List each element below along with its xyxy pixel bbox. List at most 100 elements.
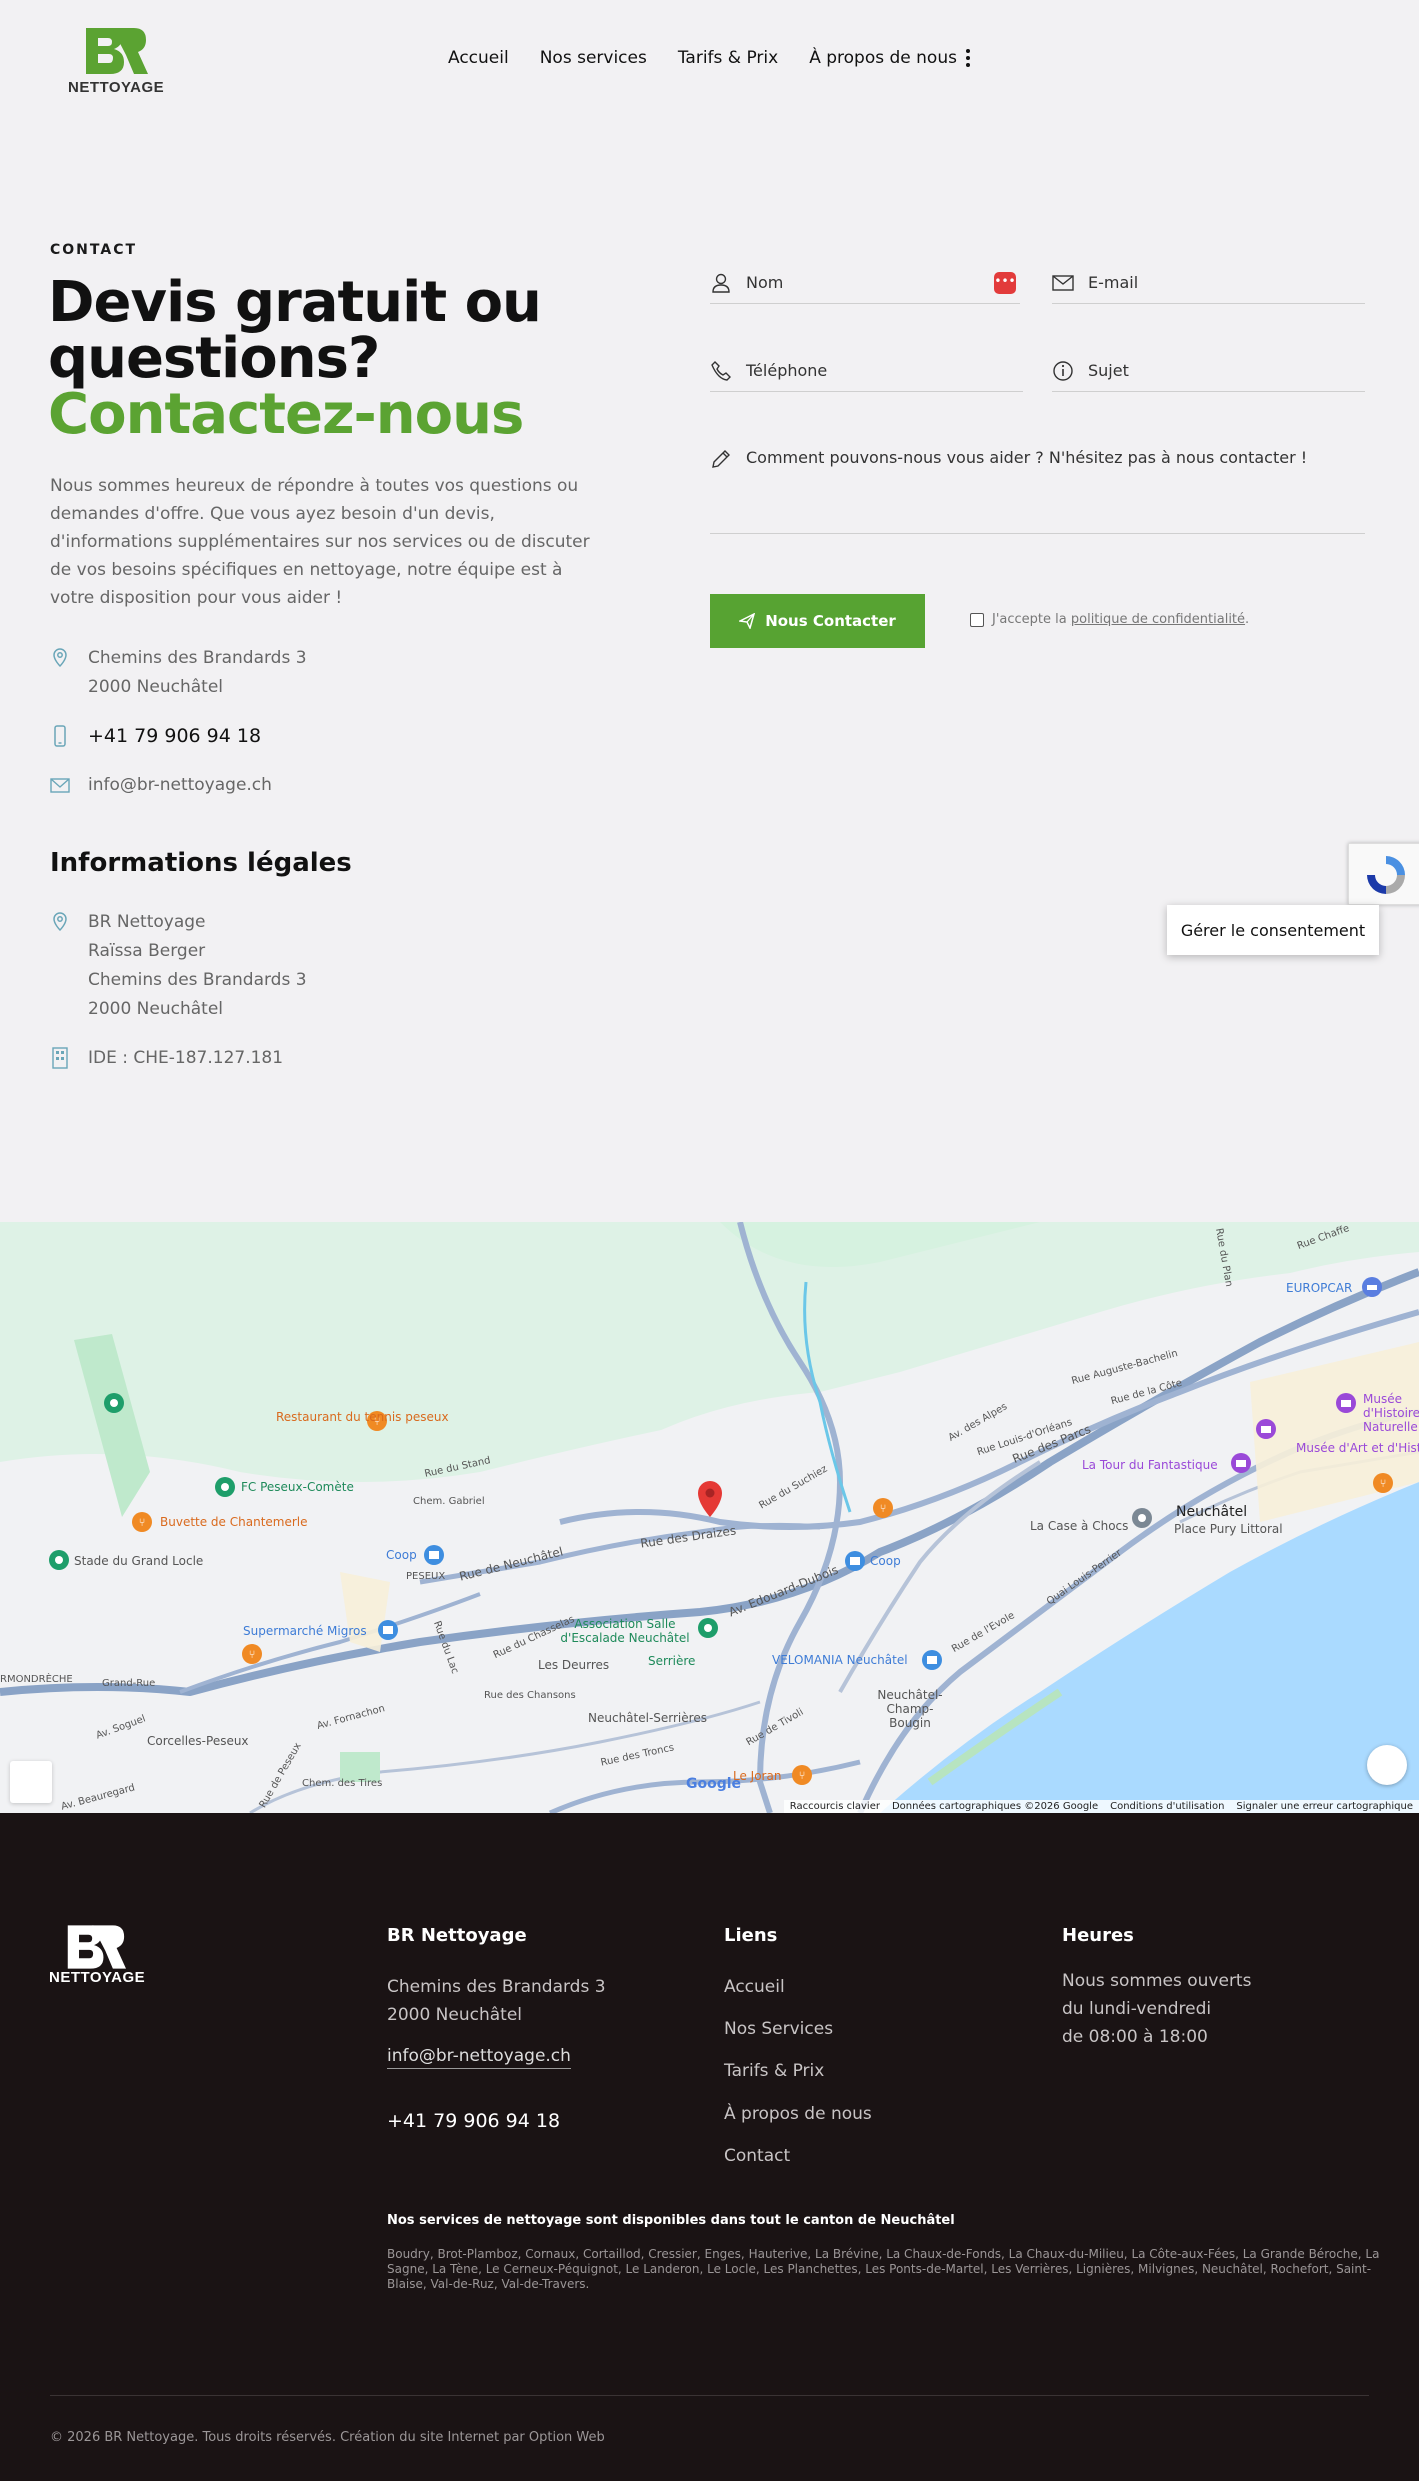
park-marker-icon[interactable]: [697, 1617, 719, 1639]
svg-text:⑂: ⑂: [1380, 1477, 1387, 1490]
museum-marker-icon[interactable]: [1230, 1452, 1252, 1474]
message-field[interactable]: Comment pouvons-nous vous aider ? N'hési…: [710, 438, 1365, 534]
map-terms[interactable]: Conditions d'utilisation: [1110, 1801, 1224, 1812]
map-report-error[interactable]: Signaler une erreur cartographique: [1236, 1801, 1413, 1812]
subject-field[interactable]: Sujet: [1052, 350, 1365, 392]
svg-text:⑂: ⑂: [799, 1769, 806, 1782]
legal-ide: IDE : CHE-187.127.181: [50, 1044, 283, 1073]
map-label-musee-art: Musée d'Art et d'Histoire: [1296, 1441, 1419, 1455]
manage-consent-button[interactable]: Gérer le consentement: [1167, 905, 1379, 955]
shop-marker-icon[interactable]: [844, 1550, 866, 1572]
address-line-2: 2000 Neuchâtel: [88, 677, 224, 697]
map-label-corcelles: Corcelles-Peseux: [147, 1734, 249, 1748]
contact-email[interactable]: info@br-nettoyage.ch: [50, 771, 272, 800]
venue-marker-icon[interactable]: [1131, 1507, 1153, 1529]
svg-text:⑂: ⑂: [249, 1648, 256, 1661]
logo-text: NETTOYAGE: [68, 79, 165, 96]
map-label-serrieres-station: Neuchâtel-Serrières: [588, 1711, 707, 1725]
site-footer: NETTOYAGE BR Nettoyage Chemins des Brand…: [0, 1813, 1419, 2481]
google-map[interactable]: ⑂ ⑂ ⑂ ⑂ ⑂ ⑂ Restaurant du tennis peseux …: [0, 1222, 1419, 1813]
footer-address-line-1: Chemins des Brandards 3: [387, 1977, 606, 1997]
shop-marker-icon[interactable]: [423, 1544, 445, 1566]
envelope-icon: [50, 778, 70, 793]
legal-address-line-2: 2000 Neuchâtel: [88, 999, 224, 1019]
footer-phone[interactable]: +41 79 906 94 18: [387, 2110, 560, 2132]
nav-item-tarifs[interactable]: Tarifs & Prix: [678, 48, 778, 68]
phone-number[interactable]: +41 79 906 94 18: [88, 722, 261, 751]
shop-marker-icon[interactable]: [377, 1619, 399, 1641]
nav-item-services[interactable]: Nos services: [540, 48, 647, 68]
footer-logo-icon[interactable]: [64, 1923, 126, 1971]
map-label-place-pury: Place Pury Littoral: [1174, 1522, 1283, 1536]
footer-email-link[interactable]: info@br-nettoyage.ch: [387, 2046, 571, 2069]
restaurant-marker-icon[interactable]: ⑂: [131, 1511, 153, 1533]
footer-link-accueil[interactable]: Accueil: [724, 1977, 785, 1997]
map-label-musee-nat: Musée d'Histoire Naturelle: [1363, 1392, 1419, 1434]
hours-line-3: de 08:00 à 18:00: [1062, 2027, 1208, 2047]
logo-icon[interactable]: [82, 26, 148, 76]
section-eyebrow: CONTACT: [50, 242, 138, 258]
park-marker-icon[interactable]: [103, 1392, 125, 1414]
restaurant-marker-icon[interactable]: ⑂: [1372, 1472, 1394, 1494]
map-label-deurres: Les Deurres: [538, 1658, 610, 1672]
location-pin-icon: [53, 648, 67, 668]
footer-link-about[interactable]: À propos de nous: [724, 2104, 872, 2124]
map-label-case: La Case à Chocs: [1030, 1519, 1129, 1533]
footer-copyright: © 2026 BR Nettoyage. Tous droits réservé…: [50, 2430, 605, 2445]
map-fullscreen-square[interactable]: [10, 1761, 52, 1803]
consent-prefix: J'accepte la: [992, 612, 1067, 627]
footer-link-tarifs[interactable]: Tarifs & Prix: [724, 2061, 824, 2081]
phone-icon: [711, 360, 731, 381]
page-title: Devis gratuit ou questions? Contactez-no…: [48, 275, 608, 443]
svg-text:⑂: ⑂: [880, 1502, 887, 1515]
map-label-grand-rue: Grand-Rue: [102, 1678, 156, 1689]
password-manager-icon[interactable]: •••: [994, 272, 1016, 294]
contact-phone[interactable]: +41 79 906 94 18: [50, 722, 261, 751]
shop-marker-icon[interactable]: [921, 1649, 943, 1671]
name-field[interactable]: Nom •••: [710, 262, 1020, 304]
footer-link-contact[interactable]: Contact: [724, 2146, 790, 2166]
map-label-buvette: Buvette de Chantemerle: [160, 1515, 308, 1529]
map-camera-control-icon[interactable]: [1367, 1745, 1407, 1785]
user-icon: [712, 273, 730, 293]
nav-item-about[interactable]: À propos de nous: [809, 48, 957, 68]
consent-checkbox[interactable]: [970, 612, 984, 627]
restaurant-marker-icon[interactable]: ⑂: [241, 1643, 263, 1665]
recaptcha-badge[interactable]: [1348, 843, 1419, 905]
phone-placeholder: Téléphone: [746, 361, 828, 380]
map-keyboard-shortcuts[interactable]: Raccourcis clavier: [790, 1801, 880, 1812]
car-rental-marker-icon[interactable]: [1361, 1276, 1383, 1298]
restaurant-marker-icon[interactable]: ⑂: [872, 1497, 894, 1519]
map-label-europcar: EUROPCAR: [1286, 1281, 1353, 1295]
submit-button[interactable]: Nous Contacter: [710, 594, 925, 648]
name-placeholder: Nom: [746, 273, 784, 292]
park-marker-icon[interactable]: [48, 1549, 70, 1571]
subject-placeholder: Sujet: [1088, 361, 1129, 380]
footer-address-line-2: 2000 Neuchâtel: [387, 2005, 523, 2025]
email-field[interactable]: E-mail: [1052, 262, 1365, 304]
legal-person: Raïssa Berger: [88, 941, 206, 961]
park-marker-icon[interactable]: [214, 1476, 236, 1498]
map-label-coop1: Coop: [386, 1548, 417, 1562]
footer-link-services[interactable]: Nos Services: [724, 2019, 833, 2039]
museum-marker-icon[interactable]: [1255, 1418, 1277, 1440]
map-label-champ-bougin: Neuchâtel-Champ-Bougin: [877, 1688, 943, 1730]
phone-field[interactable]: Téléphone: [710, 350, 1023, 392]
hours-line-1: Nous sommes ouverts: [1062, 1971, 1252, 1991]
restaurant-marker-icon[interactable]: ⑂: [791, 1764, 813, 1786]
privacy-policy-link[interactable]: politique de confidentialité: [1071, 612, 1245, 627]
museum-marker-icon[interactable]: [1335, 1392, 1357, 1414]
footer-logo-text: NETTOYAGE: [49, 1969, 146, 1986]
email-address[interactable]: info@br-nettoyage.ch: [88, 771, 272, 800]
footer-services-title: Nos services de nettoyage sont disponibl…: [387, 2213, 955, 2228]
address-line-1: Chemins des Brandards 3: [88, 648, 307, 668]
more-menu-icon[interactable]: [964, 49, 972, 69]
map-data-credit: Données cartographiques ©2026 Google: [891, 1801, 1099, 1812]
footer-hours: Nous sommes ouverts du lundi-vendredi de 0…: [1062, 1967, 1251, 2051]
main-nav: Accueil Nos services Tarifs & Prix À pro…: [448, 48, 957, 68]
nav-item-accueil[interactable]: Accueil: [448, 48, 509, 68]
ide-number: IDE : CHE-187.127.181: [88, 1048, 284, 1068]
map-attribution: Raccourcis clavier Données cartographiqu…: [783, 1800, 1419, 1813]
location-marker-icon[interactable]: [697, 1480, 723, 1518]
mobile-phone-icon: [54, 725, 66, 747]
